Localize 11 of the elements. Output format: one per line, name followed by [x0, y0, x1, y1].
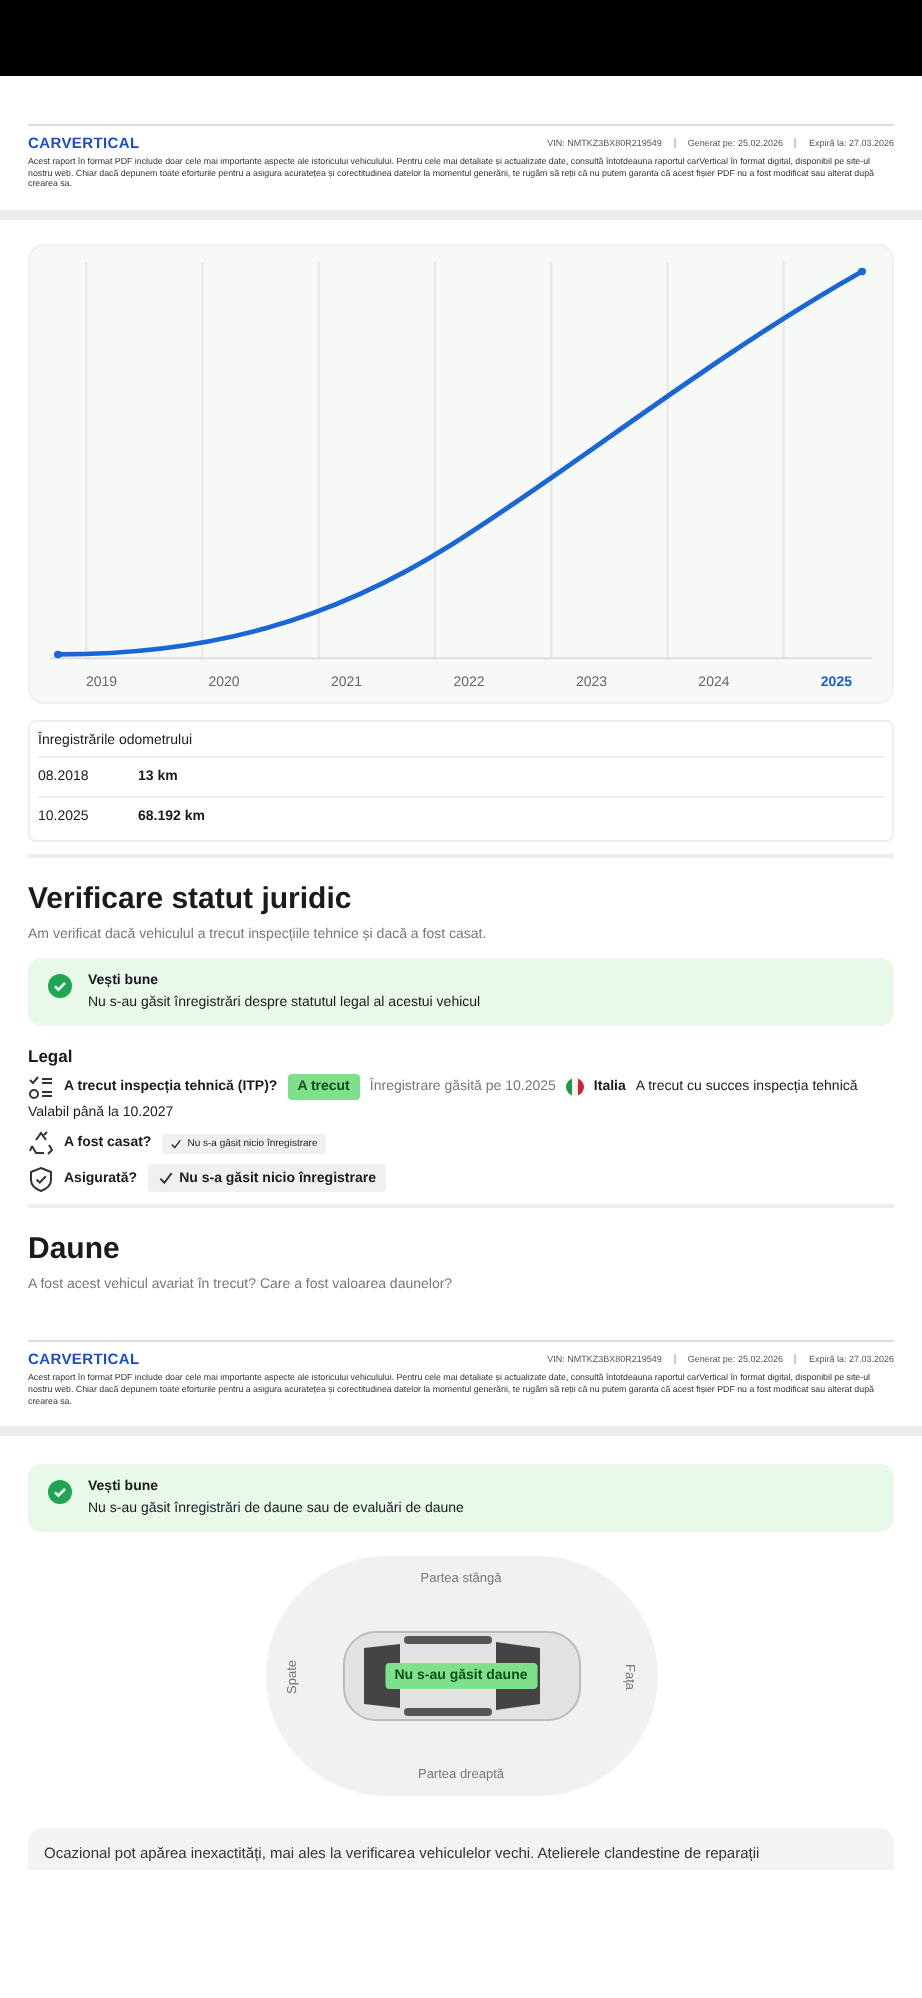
check-circle-icon	[48, 1480, 72, 1505]
check-icon	[169, 1137, 182, 1150]
checklist-icon	[28, 1074, 54, 1101]
check-icon	[157, 1170, 174, 1187]
flag-icon	[565, 1078, 584, 1097]
recycle-icon	[28, 1130, 54, 1157]
check-circle-icon	[48, 974, 72, 999]
group-title: Legal	[28, 1046, 75, 1067]
shield-check-icon	[28, 1165, 54, 1192]
section-heading: Daune	[28, 1232, 122, 1267]
section-heading: Verificare statut juridic	[28, 882, 354, 917]
